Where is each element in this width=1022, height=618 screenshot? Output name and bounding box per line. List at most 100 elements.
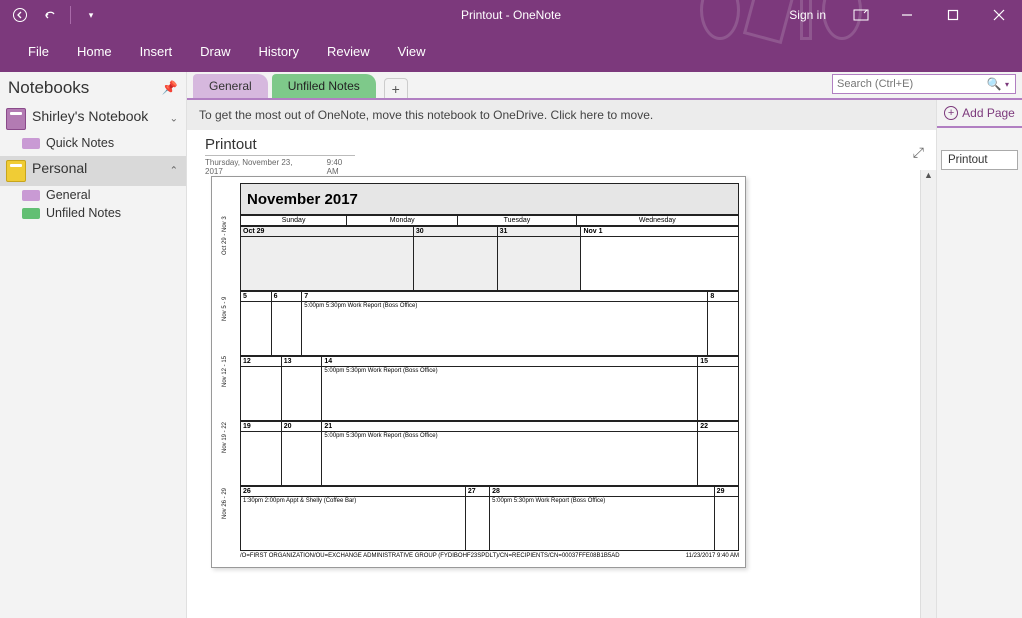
day-header: Tuesday <box>458 216 576 226</box>
calendar-title: November 2017 <box>240 183 739 215</box>
onedrive-banner[interactable]: To get the most out of OneNote, move thi… <box>187 100 936 130</box>
event-cell <box>241 367 282 421</box>
page-canvas[interactable]: Printout Thursday, November 23, 2017 9:4… <box>187 130 936 618</box>
notebook-label: Personal <box>32 160 87 177</box>
date-cell: 22 <box>698 422 739 432</box>
date-cell: 5 <box>241 292 272 302</box>
date-cell: Nov 1 <box>581 227 739 237</box>
event-cell: 5:00pm 5:30pm Work Report (Boss Office) <box>302 302 708 356</box>
add-page-button[interactable]: + Add Page <box>937 100 1022 128</box>
chevron-up-icon[interactable]: ⌃ <box>170 166 178 177</box>
section-icon <box>22 190 40 201</box>
section-quick-notes[interactable]: Quick Notes <box>0 134 186 152</box>
section-general[interactable]: General <box>0 186 186 204</box>
section-icon <box>22 138 40 149</box>
event-cell <box>497 237 581 291</box>
menu-view[interactable]: View <box>384 30 440 72</box>
sidebar-heading: Notebooks <box>8 78 162 98</box>
notebook-icon <box>6 108 26 130</box>
page-title[interactable]: Printout <box>205 136 355 156</box>
menu-history[interactable]: History <box>245 30 313 72</box>
week-label: Nov 5 - 9 <box>222 297 228 321</box>
quickaccess-customize-icon[interactable]: ▾ <box>77 3 105 27</box>
week-label: Nov 19 - 22 <box>222 422 228 453</box>
pin-icon[interactable]: 📌 <box>162 80 178 96</box>
undo-icon[interactable] <box>36 3 64 27</box>
page-list-item[interactable]: Printout <box>941 150 1018 170</box>
event-cell <box>281 367 322 421</box>
event-cell: 5:00pm 5:30pm Work Report (Boss Office) <box>490 497 715 551</box>
calendar-footer-left: /O=FIRST ORGANIZATION/OU=EXCHANGE ADMINI… <box>240 553 620 559</box>
section-tabs: General Unfiled Notes + 🔍 ▾ <box>187 72 1022 100</box>
chevron-down-icon[interactable]: ⌄ <box>170 114 178 125</box>
search-dropdown-icon[interactable]: ▾ <box>1005 80 1015 89</box>
date-cell: 20 <box>281 422 322 432</box>
menu-bar: File Home Insert Draw History Review Vie… <box>0 30 1022 72</box>
event-cell <box>241 302 272 356</box>
day-header: Monday <box>347 216 458 226</box>
page-panel: + Add Page Printout <box>936 100 1022 618</box>
menu-file[interactable]: File <box>14 30 63 72</box>
add-page-label: Add Page <box>962 106 1015 120</box>
section-unfiled-notes[interactable]: Unfiled Notes <box>0 204 186 222</box>
section-icon <box>22 208 40 219</box>
menu-review[interactable]: Review <box>313 30 384 72</box>
calendar-footer-right: 11/23/2017 9:40 AM <box>686 553 739 559</box>
search-icon[interactable]: 🔍 <box>983 77 1005 91</box>
date-cell: 31 <box>497 227 581 237</box>
event-cell <box>241 432 282 486</box>
notebook-shirley[interactable]: Shirley's Notebook ⌄ <box>0 104 186 134</box>
add-section-button[interactable]: + <box>384 78 408 98</box>
event-cell <box>281 432 322 486</box>
event-cell: 5:00pm 5:30pm Work Report (Boss Office) <box>322 432 698 486</box>
event-cell <box>698 432 739 486</box>
back-icon[interactable] <box>6 3 34 27</box>
notebook-personal[interactable]: Personal ⌃ <box>0 156 186 186</box>
week-label: Oct 29 - Nov 3 <box>222 216 228 255</box>
event-cell <box>581 237 739 291</box>
date-cell: 19 <box>241 422 282 432</box>
date-cell: 26 <box>241 487 466 497</box>
notebook-label: Shirley's Notebook <box>32 108 148 125</box>
event-cell <box>698 367 739 421</box>
page-date: Thursday, November 23, 2017 <box>205 158 309 176</box>
minimize-icon[interactable] <box>884 0 930 30</box>
date-cell: 27 <box>465 487 489 497</box>
main-area: General Unfiled Notes + 🔍 ▾ To get the m… <box>187 72 1022 618</box>
event-cell <box>708 302 739 356</box>
event-cell <box>714 497 738 551</box>
date-cell: 21 <box>322 422 698 432</box>
event-cell <box>413 237 497 291</box>
week-label: Nov 26 - 29 <box>222 488 228 519</box>
close-icon[interactable] <box>976 0 1022 30</box>
tab-general[interactable]: General <box>193 74 268 98</box>
scrollbar-vertical[interactable]: ▲ <box>920 170 936 618</box>
date-cell: 14 <box>322 357 698 367</box>
date-cell: 30 <box>413 227 497 237</box>
notebook-icon <box>6 160 26 182</box>
event-cell: 1:30pm 2:00pm Appt & Shelly (Coffee Bar) <box>241 497 466 551</box>
menu-draw[interactable]: Draw <box>186 30 244 72</box>
scroll-up-icon[interactable]: ▲ <box>921 170 936 184</box>
section-label: Unfiled Notes <box>46 206 121 220</box>
page-time: 9:40 AM <box>327 158 355 176</box>
menu-home[interactable]: Home <box>63 30 126 72</box>
date-cell: 13 <box>281 357 322 367</box>
tab-unfiled-notes[interactable]: Unfiled Notes <box>272 74 376 98</box>
date-cell: 12 <box>241 357 282 367</box>
search-input[interactable] <box>833 78 983 90</box>
plus-icon: + <box>944 106 958 120</box>
section-label: Quick Notes <box>46 136 114 150</box>
maximize-icon[interactable] <box>930 0 976 30</box>
date-cell: 8 <box>708 292 739 302</box>
day-header: Wednesday <box>576 216 738 226</box>
expand-icon[interactable]: ⤢ <box>913 144 924 161</box>
calendar-printout[interactable]: November 2017 Sunday Monday Tuesday Wedn… <box>211 176 746 568</box>
notebooks-sidebar: Notebooks 📌 Shirley's Notebook ⌄ Quick N… <box>0 72 187 618</box>
section-label: General <box>46 188 90 202</box>
menu-insert[interactable]: Insert <box>126 30 187 72</box>
date-cell: 6 <box>271 292 302 302</box>
date-cell: 15 <box>698 357 739 367</box>
search-box[interactable]: 🔍 ▾ <box>832 74 1016 94</box>
title-bar: ▾ Printout - OneNote Sign in <box>0 0 1022 30</box>
